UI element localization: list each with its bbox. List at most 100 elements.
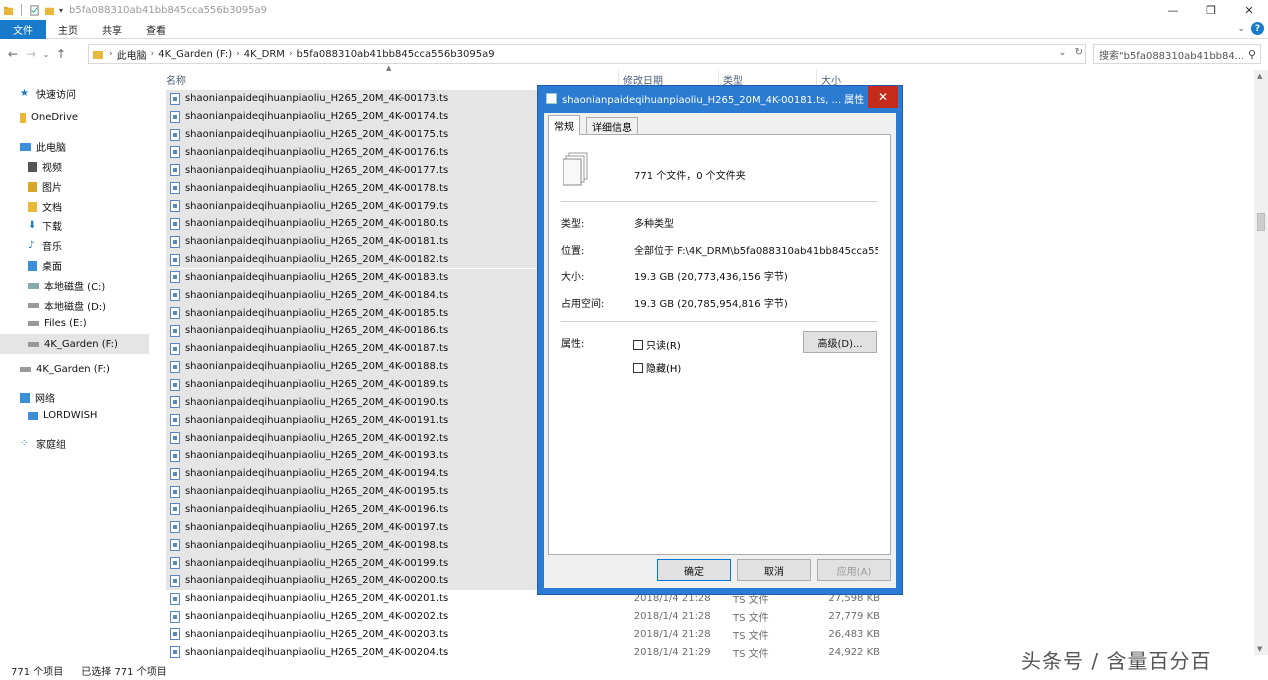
apply-button[interactable]: 应用(A) [817,559,891,581]
search-input[interactable]: 搜索"b5fa088310ab41bb84... ⚲ [1093,44,1261,64]
sidebar-item-label: Files (E:) [44,318,87,329]
customize-qat-icon[interactable]: ▾ [59,6,63,15]
cloud-icon [20,112,26,123]
sidebar-item-drive-d[interactable]: 本地磁盘 (D:) [28,298,106,313]
restore-button[interactable]: ❐ [1192,0,1230,20]
file-icon [170,557,180,570]
sidebar-item-network[interactable]: 网络 [20,390,55,405]
file-icon [170,539,180,552]
sidebar-item-lordwish[interactable]: LORDWISH [28,410,97,421]
quick-access-toolbar: ▾ [0,4,63,16]
sidebar-item-label: 文档 [42,203,62,214]
homegroup-icon: ⁘ [20,437,29,449]
sidebar-item-this-pc[interactable]: 此电脑 [20,139,66,154]
new-folder-icon[interactable] [44,5,55,16]
checkbox-box[interactable] [633,362,643,373]
drive-icon [28,303,39,308]
file-icon [170,324,180,337]
sidebar-item-videos[interactable]: 视频 [28,159,62,174]
file-icon [170,592,180,605]
readonly-checkbox[interactable]: 只读(R) [633,337,681,352]
sidebar-item-music[interactable]: ♪ 音乐 [28,238,62,253]
breadcrumb-folder[interactable]: 4K_DRM [244,49,285,60]
breadcrumb-current[interactable]: b5fa088310ab41bb845cca556b3095a9 [297,49,495,60]
video-icon [28,161,37,172]
sidebar-item-drive-f[interactable]: 4K_Garden (F:) [20,364,110,375]
vertical-scrollbar[interactable]: ▲ ▼ [1254,70,1268,655]
tab-panel-general: 771 个文件，0 个文件夹 类型: 多种类型 位置: 全部位于 F:\4K_D… [548,134,891,555]
ok-button[interactable]: 确定 [657,559,731,581]
tab-home[interactable]: 主页 [46,20,90,39]
forward-icon[interactable]: → [22,47,40,61]
sidebar-item-drive-e[interactable]: Files (E:) [28,318,87,329]
table-row[interactable]: shaonianpaideqihuanpiaoliu_H265_20M_4K-0… [166,626,880,644]
file-icon [170,414,180,427]
breadcrumb-drive[interactable]: 4K_Garden (F:) [158,49,232,60]
back-icon[interactable]: ← [4,47,22,61]
chevron-right-icon[interactable]: › [236,49,240,59]
file-icon [170,628,180,641]
sidebar-item-onedrive[interactable]: OneDrive [20,112,78,123]
hidden-checkbox[interactable]: 隐藏(H) [633,360,681,375]
tab-share[interactable]: 共享 [90,20,134,39]
dialog-close-button[interactable]: ✕ [868,86,898,108]
sidebar-item-label: 快速访问 [36,90,76,101]
tab-details[interactable]: 详细信息 [586,117,638,135]
file-icon [170,449,180,462]
tab-view[interactable]: 查看 [134,20,178,39]
navigation-bar: ← → ⌄ ↑ › 此电脑 › 4K_Garden (F:) › 4K_DRM … [0,42,1268,66]
up-icon[interactable]: ↑ [52,47,70,61]
sidebar-item-homegroup[interactable]: ⁘ 家庭组 [20,436,66,451]
address-bar[interactable]: › 此电脑 › 4K_Garden (F:) › 4K_DRM › b5fa08… [88,44,1086,64]
file-icon [170,307,180,320]
sidebar-item-label: 音乐 [42,242,62,253]
sidebar-item-desktop[interactable]: 桌面 [28,258,62,273]
sidebar-item-quick-access[interactable]: ★ 快速访问 [20,86,76,101]
refresh-icon[interactable]: ↻ [1075,47,1083,58]
scrollbar-thumb[interactable] [1257,213,1265,231]
close-button[interactable]: ✕ [1230,0,1268,20]
address-controls: ⌄ ↻ [1058,47,1083,58]
minimize-button[interactable]: — [1154,0,1192,20]
type-label: 类型: [561,219,585,230]
sidebar-item-downloads[interactable]: ⬇ 下载 [28,218,62,233]
tab-file[interactable]: 文件 [0,19,46,39]
sidebar-item-drive-f-selected[interactable]: 4K_Garden (F:) [0,334,149,354]
sort-ascending-icon: ▲ [386,64,392,72]
search-icon: ⚲ [1247,48,1256,61]
properties-icon[interactable] [29,4,40,16]
file-icon [170,235,180,248]
sidebar-item-documents[interactable]: 文档 [28,199,62,214]
help-icon[interactable]: ? [1251,22,1264,35]
sidebar-item-drive-c[interactable]: 本地磁盘 (C:) [28,278,105,293]
picture-icon [28,181,37,192]
file-name: shaonianpaideqihuanpiaoliu_H265_20M_4K-0… [184,611,449,623]
file-icon [170,521,180,534]
drive-icon [28,341,39,347]
scroll-down-icon[interactable]: ▼ [1257,645,1262,653]
table-row[interactable]: shaonianpaideqihuanpiaoliu_H265_20M_4K-0… [166,608,880,626]
location-label: 位置: [561,246,585,257]
chevron-right-icon[interactable]: › [151,49,155,59]
sidebar-item-pictures[interactable]: 图片 [28,179,62,194]
chevron-right-icon[interactable]: › [289,49,293,59]
tab-general[interactable]: 常规 [548,115,580,135]
cancel-button[interactable]: 取消 [737,559,811,581]
table-row[interactable]: shaonianpaideqihuanpiaoliu_H265_20M_4K-0… [166,643,880,661]
sidebar-item-label: LORDWISH [43,410,98,421]
chevron-right-icon[interactable]: › [109,49,113,59]
column-label: 名称 [166,76,186,87]
breadcrumb-this-pc[interactable]: 此电脑 [117,47,147,62]
file-size: 24,922 KB [828,646,881,658]
recent-locations-icon[interactable]: ⌄ [40,50,52,59]
file-icon [170,146,180,159]
scroll-up-icon[interactable]: ▲ [1257,72,1262,80]
advanced-button[interactable]: 高级(D)... [803,331,877,353]
expand-ribbon-icon[interactable]: ⌄ [1237,24,1245,34]
chevron-down-icon[interactable]: ⌄ [1058,47,1066,58]
checkbox-label: 隐藏(H) [646,364,682,375]
checkbox-box[interactable] [633,339,643,350]
dialog-title-bar[interactable]: shaonianpaideqihuanpiaoliu_H265_20M_4K-0… [538,86,902,110]
computer-icon [28,411,38,420]
file-icon [170,485,180,498]
